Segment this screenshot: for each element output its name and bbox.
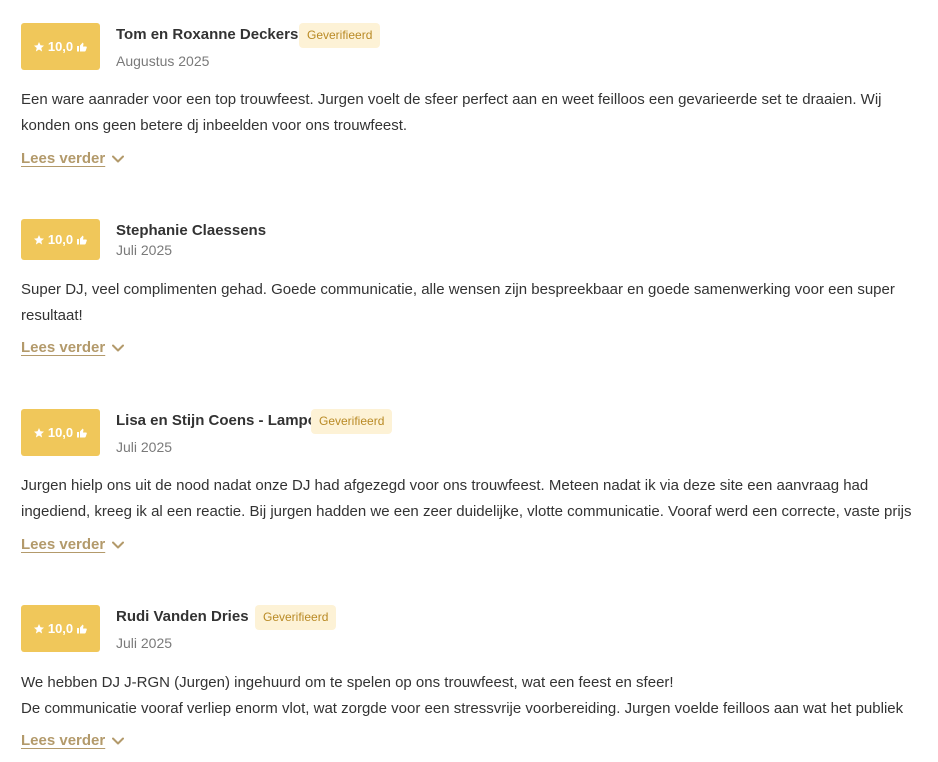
thumbs-up-icon <box>77 624 87 633</box>
score-value: 10,0 <box>47 232 74 247</box>
star-icon <box>33 234 44 244</box>
review-card: 10,0 Rudi Vanden Dries Geverifieerd Juli… <box>21 605 916 749</box>
chevron-down-icon <box>112 155 125 162</box>
score-value: 10,0 <box>47 425 74 440</box>
review-text: Jurgen hielp ons uit de nood nadat onze … <box>21 473 916 525</box>
read-more-label: Lees verder <box>21 150 106 167</box>
thumbs-up-icon <box>77 428 87 437</box>
score-value: 10,0 <box>47 39 74 54</box>
review-date: Augustus 2025 <box>116 53 210 69</box>
review-header: 10,0 Lisa en Stijn Coens - Lampo Geverif… <box>21 409 916 469</box>
review-date: Juli 2025 <box>116 635 173 651</box>
reviewer-name: Rudi Vanden Dries <box>116 608 249 625</box>
review-header: 10,0 Stephanie Claessens Juli 2025 <box>21 219 916 279</box>
review-header: 10,0 Tom en Roxanne Deckers Geverifieerd… <box>21 23 916 83</box>
star-icon <box>33 427 44 437</box>
review-card: 10,0 Lisa en Stijn Coens - Lampo Geverif… <box>21 409 916 553</box>
review-text: We hebben DJ J-RGN (Jurgen) ingehuurd om… <box>21 670 916 722</box>
review-text-line: Een ware aanrader voor een top trouwfees… <box>21 91 882 134</box>
review-header: 10,0 Rudi Vanden Dries Geverifieerd Juli… <box>21 605 916 665</box>
review-text: Een ware aanrader voor een top trouwfees… <box>21 87 916 139</box>
star-icon <box>33 623 44 633</box>
chevron-down-icon <box>112 344 125 351</box>
reviewer-name: Lisa en Stijn Coens - Lampo <box>116 412 317 429</box>
read-more-label: Lees verder <box>21 732 106 749</box>
read-more-link[interactable]: Lees verder <box>21 339 125 356</box>
review-text: Super DJ, veel complimenten gehad. Goede… <box>21 277 916 329</box>
review-text-line: Super DJ, veel complimenten gehad. Goede… <box>21 281 895 324</box>
reviewer-name: Tom en Roxanne Deckers <box>116 26 299 43</box>
verified-badge: Geverifieerd <box>311 409 393 434</box>
read-more-link[interactable]: Lees verder <box>21 732 125 749</box>
thumbs-up-icon <box>77 42 87 51</box>
review-card: 10,0 Tom en Roxanne Deckers Geverifieerd… <box>21 23 916 167</box>
review-date: Juli 2025 <box>116 439 173 455</box>
score-badge: 10,0 <box>21 409 100 456</box>
verified-badge: Geverifieerd <box>299 23 381 48</box>
score-badge: 10,0 <box>21 23 100 70</box>
score-value: 10,0 <box>47 621 74 636</box>
review-text-line: We hebben DJ J-RGN (Jurgen) ingehuurd om… <box>21 674 674 691</box>
read-more-label: Lees verder <box>21 536 106 553</box>
score-badge: 10,0 <box>21 605 100 652</box>
read-more-label: Lees verder <box>21 339 106 356</box>
thumbs-up-icon <box>77 235 87 244</box>
chevron-down-icon <box>112 541 125 548</box>
read-more-link[interactable]: Lees verder <box>21 536 125 553</box>
review-text-line: Jurgen hielp ons uit de nood nadat onze … <box>21 477 912 520</box>
score-badge: 10,0 <box>21 219 100 260</box>
reviewer-name: Stephanie Claessens <box>116 222 267 239</box>
review-card: 10,0 Stephanie Claessens Juli 2025 Super… <box>21 219 916 356</box>
star-icon <box>33 41 44 51</box>
verified-badge: Geverifieerd <box>255 605 337 630</box>
review-text-line: De communicatie vooraf verliep enorm vlo… <box>21 700 904 717</box>
review-date: Juli 2025 <box>116 242 173 258</box>
read-more-link[interactable]: Lees verder <box>21 150 125 167</box>
chevron-down-icon <box>112 737 125 744</box>
reviews-list: 10,0 Tom en Roxanne Deckers Geverifieerd… <box>0 0 938 762</box>
